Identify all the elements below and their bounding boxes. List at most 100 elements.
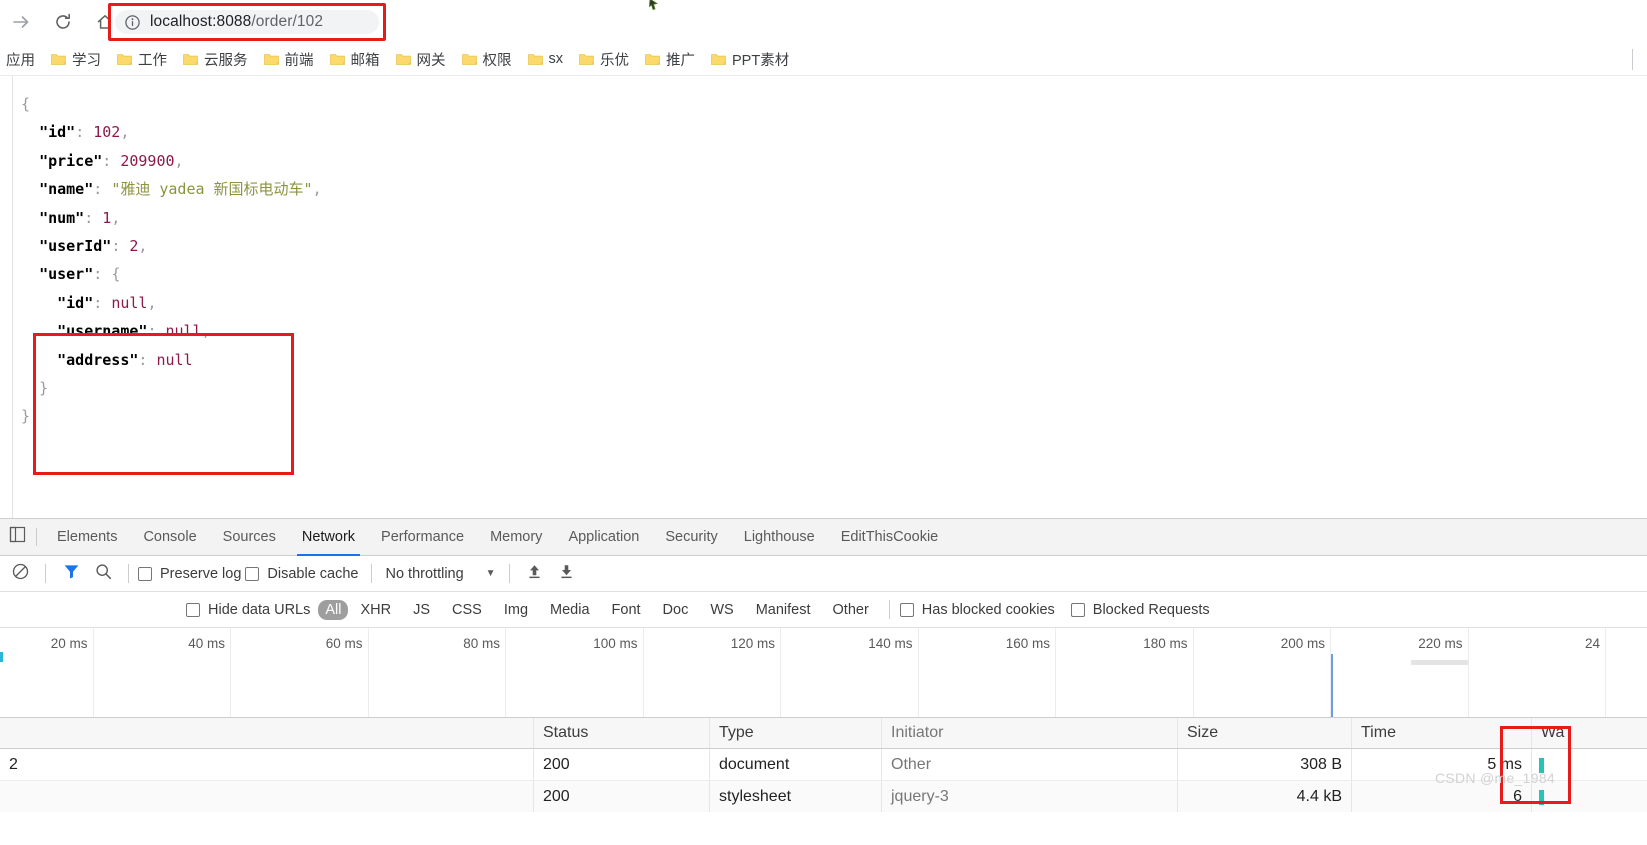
preserve-log-checkbox[interactable]: Preserve log [138,566,245,582]
filter-type-media[interactable]: Media [540,600,600,620]
table-header-size[interactable]: Size [1178,718,1352,748]
filter-type-img[interactable]: Img [494,600,538,620]
devtools-tab-network[interactable]: Network [289,519,368,556]
json-token-key: "num" [39,208,85,227]
inspect-element-icon [9,526,26,548]
json-token-num: 1 [102,208,112,227]
table-header-type[interactable]: Type [710,718,882,748]
bookmark-folder-3[interactable]: 云服务 [176,47,257,72]
filter-separator [888,600,890,619]
disable-cache-checkbox[interactable]: Disable cache [245,566,362,582]
bookmark-folder-2[interactable]: 工作 [110,47,176,72]
info-circle-icon[interactable] [124,14,141,31]
json-token-brace: } [39,378,49,397]
search-icon [95,563,112,585]
cell-status: 200 [534,749,710,780]
bookmark-folder-label: 学习 [72,52,101,69]
json-token-key: "user" [39,265,94,284]
filter-type-manifest[interactable]: Manifest [746,600,821,620]
json-token-key: "name" [39,180,94,199]
overview-tick-line [1330,628,1331,717]
bookmark-folder-11[interactable]: PPT素材 [704,47,798,72]
devtools-tab-memory[interactable]: Memory [477,519,555,556]
throttling-dropdown[interactable]: No throttling ▼ [381,566,499,582]
json-token-key: "username" [57,322,148,341]
network-requests-table[interactable]: Status Type Initiator Size Time Wa 2 200 docume… [0,718,1647,812]
inspect-element-button[interactable] [0,519,34,556]
filter-type-ws[interactable]: WS [700,600,743,620]
reload-button[interactable] [42,0,84,43]
filter-type-doc[interactable]: Doc [653,600,699,620]
table-header-status[interactable]: Status [534,718,710,748]
json-token-punc: , [201,322,211,341]
clear-requests-button[interactable] [4,559,36,589]
bookmark-folder-7[interactable]: 权限 [455,47,521,72]
overview-tick-label: 20 ms [50,636,88,651]
filter-type-xhr[interactable]: XHR [350,600,401,620]
table-row[interactable]: 2 200 document Other 308 B5 ms [0,749,1647,781]
devtools-tab-application[interactable]: Application [555,519,652,556]
json-line: "num": 1, [21,204,322,232]
bookmark-folder-6[interactable]: 网关 [389,47,455,72]
table-row[interactable]: 200 stylesheet jquery-3 4.4 kB 6 [0,781,1647,812]
json-token-punc: , [111,208,121,227]
search-button[interactable] [87,559,119,589]
devtools-tab-sources[interactable]: Sources [210,519,289,556]
table-header-name[interactable] [0,718,534,748]
filter-type-all[interactable]: All [318,599,349,620]
address-bar-url: localhost:8088/order/102 [150,13,324,30]
folder-icon [183,53,198,66]
bookmark-folder-label: 邮箱 [350,52,380,69]
folder-icon [329,53,345,66]
filter-type-js[interactable]: JS [403,600,440,620]
overview-tick-label: 220 ms [1418,636,1463,651]
network-overview-timeline[interactable]: 20 ms 40 ms 60 ms 80 ms 100 ms 120 ms 140 ms 16… [0,628,1647,718]
table-header-initiator[interactable]: Initiator [882,718,1178,748]
json-line: "id": null, [21,289,322,317]
devtools-tab-bar: Elements Console Sources Network Performance… [0,519,1647,556]
import-har-button[interactable] [519,559,551,589]
devtools-tab-lighthouse[interactable]: Lighthouse [731,519,828,556]
export-har-button[interactable] [551,559,583,589]
devtools-tab-editthiscookie[interactable]: EditThisCookie [828,519,952,556]
bookmark-folder-9[interactable]: 乐优 [572,47,638,72]
json-token-key: "price" [39,151,103,170]
has-blocked-cookies-checkbox[interactable]: Has blocked cookies [899,602,1059,618]
toolbar-separator [371,564,373,583]
forward-button[interactable] [0,0,42,43]
devtools-tab-security[interactable]: Security [652,519,730,556]
bookmark-folder-10[interactable]: 推广 [638,47,704,72]
overview-tick-label: 40 ms [188,636,225,651]
bookmark-folder-8[interactable]: sx [521,49,573,69]
filter-type-css[interactable]: CSS [442,600,492,620]
json-token-null: null [156,350,193,369]
folder-icon [263,53,279,66]
devtools-tab-elements[interactable]: Elements [44,519,130,556]
blocked-requests-checkbox[interactable]: Blocked Requests [1070,601,1214,618]
bookmark-folder-label: 乐优 [600,52,629,69]
table-header-wa[interactable]: Wa [1532,718,1647,748]
json-token-punc: : [138,350,157,369]
json-token-punc: : [147,322,166,341]
filter-type-other[interactable]: Other [823,600,879,620]
devtools-tab-performance[interactable]: Performance [368,519,477,556]
checkbox-box [138,566,152,581]
clear-circle-slash-icon [12,563,29,585]
table-header-time[interactable]: Time [1352,718,1532,748]
json-token-punc: : [93,293,112,312]
bookmark-folder-4[interactable]: 前端 [257,47,323,72]
devtools-tab-console[interactable]: Console [130,519,209,556]
folder-icon [51,53,66,66]
bookmark-apps-button[interactable]: 应用 [2,49,44,70]
blocked-requests-label: Blocked Requests [1092,601,1210,618]
address-bar[interactable]: localhost:8088/order/102 [115,10,379,34]
hide-data-urls-checkbox[interactable]: Hide data URLs [186,602,314,618]
bookmark-folder-1[interactable]: 学习 [44,47,110,72]
throttling-value: No throttling [385,565,464,582]
bookmark-folder-5[interactable]: 邮箱 [323,47,389,72]
filter-type-font[interactable]: Font [602,600,651,620]
json-token-key: "address" [57,350,139,369]
overview-tick-line [230,628,231,717]
cell-size: 4.4 kB [1178,781,1352,812]
filter-toggle-button[interactable] [55,559,87,589]
